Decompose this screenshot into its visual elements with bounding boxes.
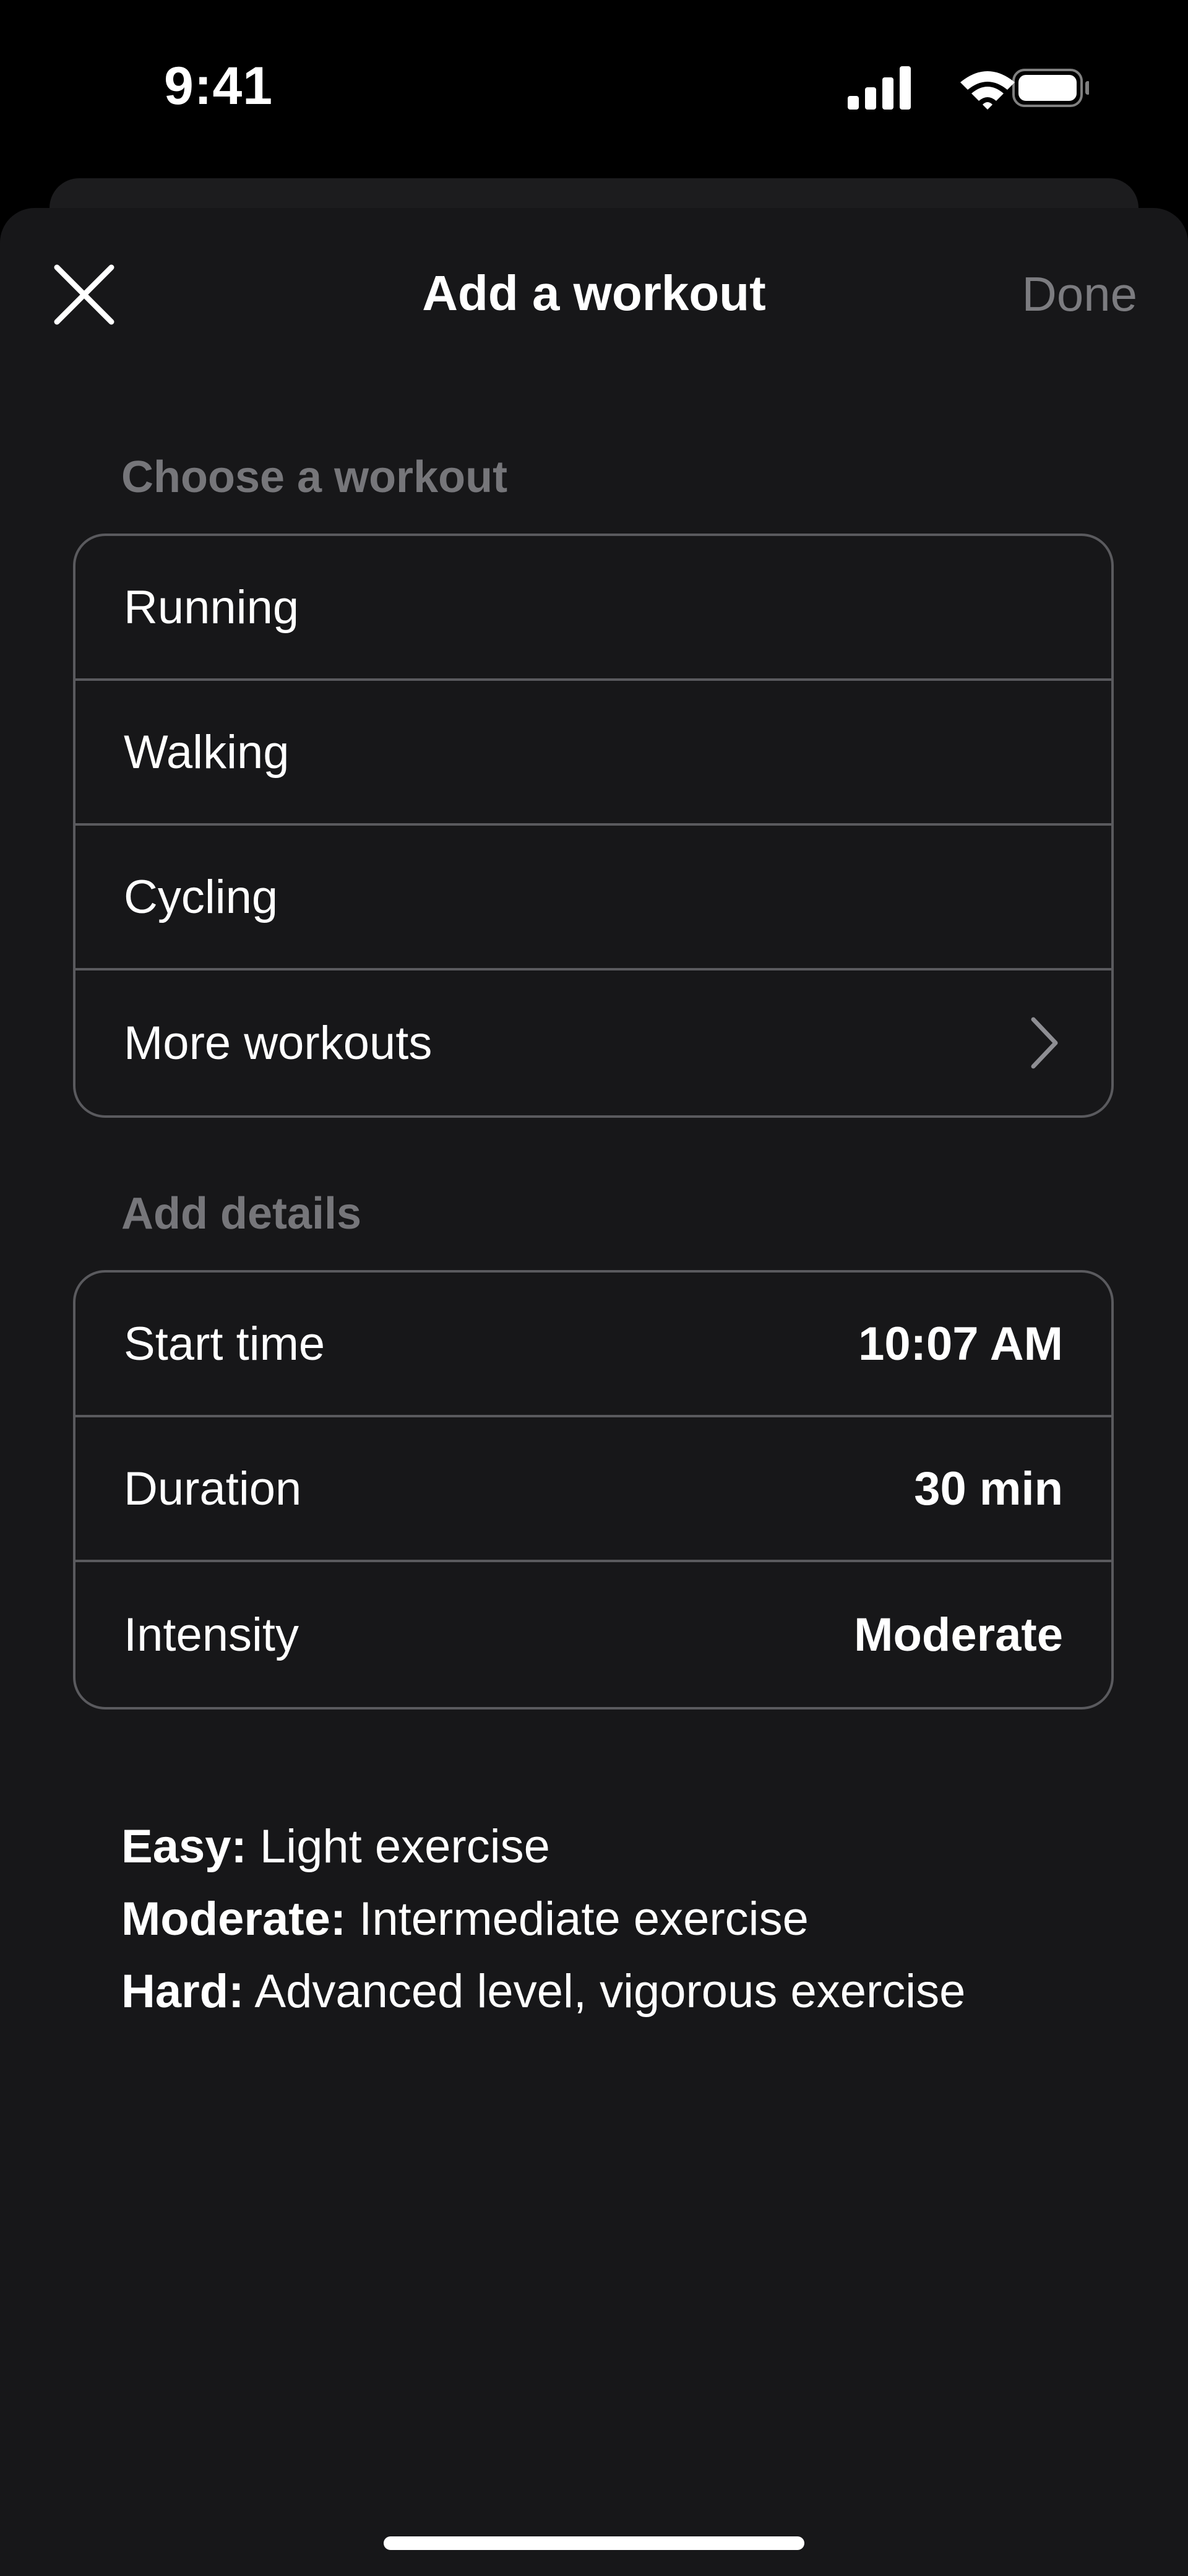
battery-icon: [1012, 69, 1089, 107]
intensity-value: Moderate: [854, 1608, 1063, 1661]
more-workouts-label: More workouts: [124, 1016, 433, 1070]
page-title: Add a workout: [422, 266, 766, 321]
duration-label: Duration: [124, 1462, 302, 1515]
chevron-right-icon: [1031, 1017, 1058, 1069]
legend-term: Hard:: [121, 1965, 244, 2018]
workout-option-label: Walking: [124, 725, 290, 779]
start-time-value: 10:07 AM: [858, 1317, 1063, 1370]
workout-option-label: Cycling: [124, 870, 278, 923]
status-time: 9:41: [164, 56, 273, 116]
cellular-signal-icon: [848, 66, 911, 110]
start-time-row[interactable]: Start time 10:07 AM: [75, 1273, 1111, 1417]
legend-description: Intermediate exercise: [346, 1893, 809, 1945]
legend-line-easy: Easy: Light exercise: [121, 1810, 965, 1883]
duration-row[interactable]: Duration 30 min: [75, 1417, 1111, 1562]
add-details-heading: Add details: [121, 1189, 362, 1238]
status-icons: [848, 66, 1089, 110]
duration-value: 30 min: [914, 1462, 1063, 1515]
legend-description: Light exercise: [246, 1820, 550, 1873]
workout-option-cycling[interactable]: Cycling: [75, 826, 1111, 970]
legend-term: Easy:: [121, 1820, 247, 1873]
choose-workout-heading: Choose a workout: [121, 452, 508, 502]
more-workouts-row[interactable]: More workouts: [75, 970, 1111, 1115]
workout-option-running[interactable]: Running: [75, 536, 1111, 681]
workout-list: Running Walking Cycling More workouts: [73, 534, 1114, 1118]
start-time-label: Start time: [124, 1317, 325, 1370]
intensity-label: Intensity: [124, 1608, 299, 1661]
intensity-row[interactable]: Intensity Moderate: [75, 1562, 1111, 1707]
legend-line-hard: Hard: Advanced level, vigorous exercise: [121, 1955, 965, 2028]
done-button[interactable]: Done: [1022, 266, 1137, 322]
legend-description: Advanced level, vigorous exercise: [244, 1965, 966, 2018]
workout-option-walking[interactable]: Walking: [75, 681, 1111, 826]
home-indicator[interactable]: [384, 2536, 804, 2550]
wifi-icon: [960, 71, 1015, 110]
workout-option-label: Running: [124, 581, 299, 634]
legend-line-moderate: Moderate: Intermediate exercise: [121, 1883, 965, 1955]
details-list: Start time 10:07 AM Duration 30 min Inte…: [73, 1270, 1114, 1709]
legend-term: Moderate:: [121, 1893, 346, 1945]
status-bar: 9:41: [0, 0, 1188, 173]
intensity-legend: Easy: Light exercise Moderate: Intermedi…: [121, 1810, 965, 2028]
